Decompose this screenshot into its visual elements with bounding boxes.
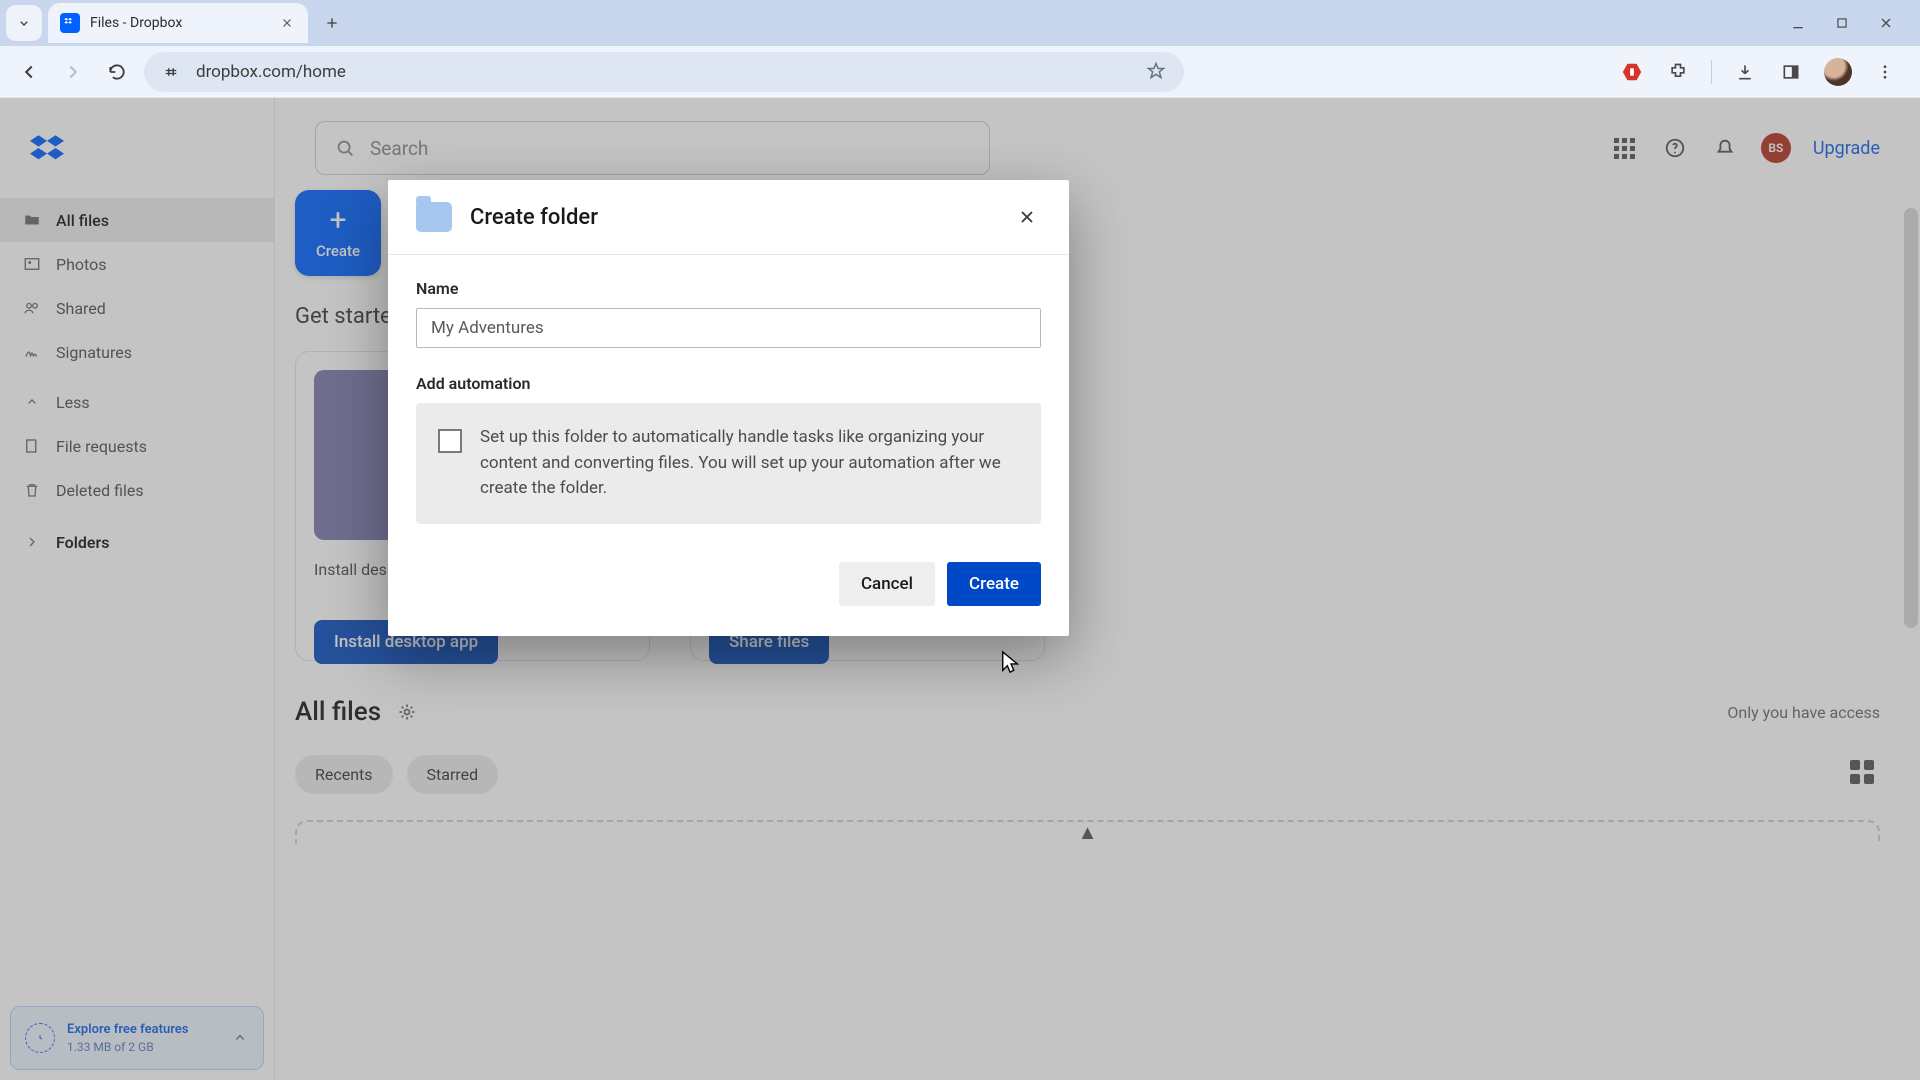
side-panel-icon[interactable] (1778, 59, 1804, 85)
tab-title: Files - Dropbox (90, 15, 268, 31)
automation-option[interactable]: Set up this folder to automatically hand… (416, 403, 1041, 524)
automation-checkbox[interactable] (438, 429, 462, 453)
window-maximize-button[interactable] (1832, 13, 1852, 33)
create-button[interactable]: Create (947, 562, 1041, 606)
window-controls (1788, 13, 1914, 33)
automation-description: Set up this folder to automatically hand… (480, 425, 1019, 502)
mouse-cursor-icon (1000, 650, 1022, 676)
modal-title: Create folder (470, 205, 598, 230)
browser-toolbar: dropbox.com/home (0, 46, 1920, 98)
create-folder-modal: Create folder Name Add automation Set up… (388, 180, 1069, 636)
forward-button[interactable] (56, 55, 90, 89)
url-text: dropbox.com/home (196, 62, 1132, 82)
modal-close-button[interactable] (1013, 203, 1041, 231)
name-field-label: Name (416, 279, 1041, 298)
adblock-extension-icon[interactable] (1619, 59, 1645, 85)
browser-tab-active[interactable]: Files - Dropbox (48, 3, 308, 43)
reload-button[interactable] (100, 55, 134, 89)
tab-close-button[interactable] (278, 14, 296, 32)
tab-strip: Files - Dropbox (0, 0, 1920, 46)
bookmark-star-icon[interactable] (1146, 61, 1168, 83)
folder-name-input[interactable] (416, 308, 1041, 348)
dropbox-favicon-icon (60, 13, 80, 33)
window-minimize-button[interactable] (1788, 13, 1808, 33)
browser-window: Files - Dropbox dropbox.com/home (0, 0, 1920, 1080)
site-info-icon[interactable] (160, 61, 182, 83)
chrome-menu-icon[interactable] (1872, 59, 1898, 85)
folder-icon (416, 202, 452, 232)
tabs-dropdown-button[interactable] (6, 5, 42, 41)
downloads-icon[interactable] (1732, 59, 1758, 85)
window-close-button[interactable] (1876, 13, 1896, 33)
address-bar[interactable]: dropbox.com/home (144, 52, 1184, 92)
page-viewport: All files Photos Shared Signatures (0, 98, 1920, 1080)
back-button[interactable] (12, 55, 46, 89)
cancel-button[interactable]: Cancel (839, 562, 935, 606)
automation-label: Add automation (416, 374, 1041, 393)
new-tab-button[interactable] (314, 5, 350, 41)
extensions-icon[interactable] (1665, 59, 1691, 85)
toolbar-separator (1711, 60, 1712, 84)
chrome-profile-avatar[interactable] (1824, 58, 1852, 86)
